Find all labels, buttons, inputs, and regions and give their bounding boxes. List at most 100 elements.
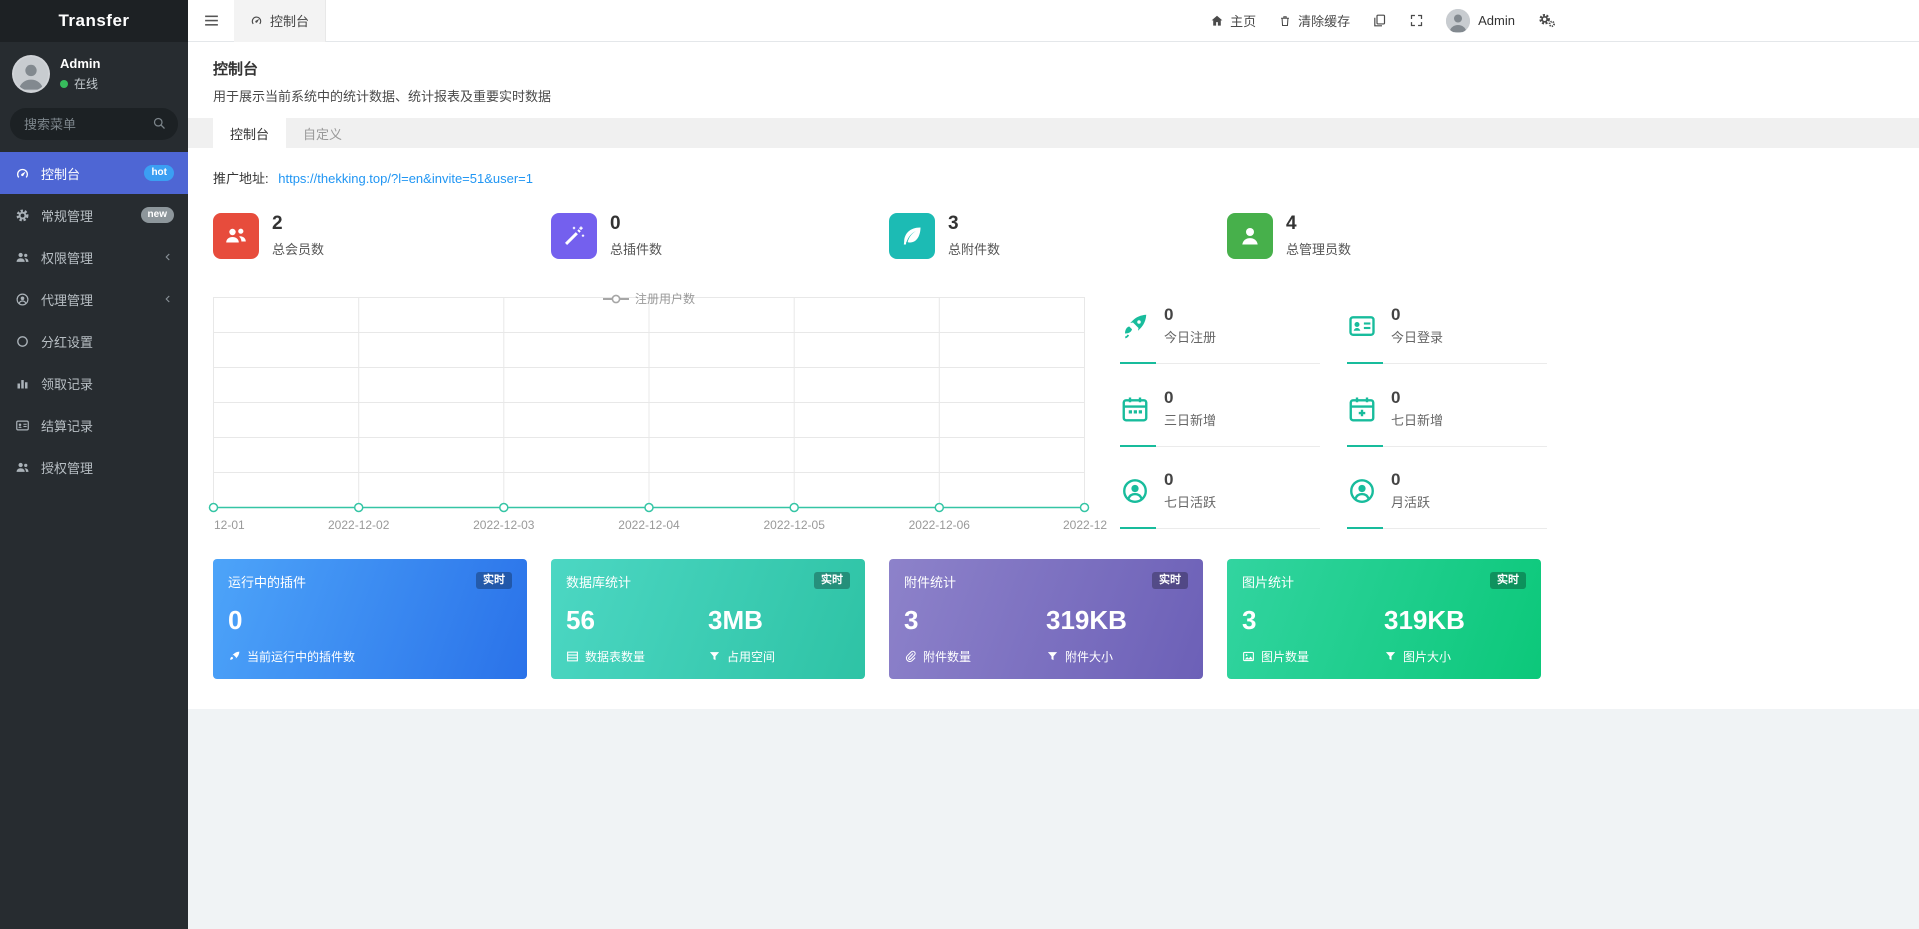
panel-body: 推广地址: https://thekking.top/?l=en&invite=… (188, 148, 1919, 709)
card-desc: 附件数量 (904, 648, 1046, 665)
promo-line: 推广地址: https://thekking.top/?l=en&invite=… (213, 168, 1894, 187)
card-value2: 319KB (1046, 604, 1127, 635)
card-desc-label: 数据表数量 (585, 650, 646, 664)
admin-user-icon (1227, 213, 1273, 259)
stat-label: 总插件数 (610, 242, 663, 258)
paperclip-icon (904, 650, 917, 663)
card-top: 图片统计 实时 (1242, 572, 1526, 591)
card-descs: 附件数量 附件大小 (904, 648, 1188, 665)
mini-text: 0 今日登录 (1391, 306, 1443, 346)
stat-members: 2 总会员数 (213, 213, 527, 259)
chart-row: 注册用户数 12-01 2022-12-02 2022-12-03 2022-1… (208, 289, 1894, 537)
copy-pages-button[interactable] (1372, 13, 1387, 28)
sidebar-item-claims[interactable]: 领取记录 (0, 362, 188, 404)
mini-stat-3day-new: 0 三日新增 (1120, 372, 1320, 447)
mini-text: 0 今日注册 (1164, 306, 1216, 346)
clear-cache-button[interactable]: 清除缓存 (1278, 11, 1350, 30)
sidebar-item-settlement[interactable]: 结算记录 (0, 404, 188, 446)
card-desc2-label: 占用空间 (727, 650, 776, 664)
stat-value: 0 (610, 212, 621, 234)
mini-stats: 0 今日注册 0 今日登录 0 三日新增 0 七日新增 0 七日活跃 0 月活跃 (1120, 289, 1547, 537)
sidebar-item-permissions[interactable]: 权限管理 (0, 236, 188, 278)
stat-value: 3 (948, 212, 959, 234)
members-icon (213, 213, 259, 259)
sidebar-item-authorization[interactable]: 授权管理 (0, 446, 188, 488)
card-value: 3 (904, 604, 919, 635)
settings-button[interactable] (1537, 13, 1556, 28)
user-status-label: 在线 (74, 77, 99, 92)
leaf-icon (889, 213, 935, 259)
promo-link[interactable]: https://thekking.top/?l=en&invite=51&use… (278, 171, 533, 186)
circle-icon (14, 334, 30, 349)
online-dot-icon (60, 79, 68, 88)
card-value: 3 (1242, 604, 1257, 635)
summary-cards-row: 运行中的插件 实时 0 当前运行中的插件数 数据库统计 实时 56 3MB 数据… (213, 559, 1565, 679)
dashboard-panel: 控制台 用于展示当前系统中的统计数据、统计报表及重要实时数据 控制台 自定义 推… (188, 42, 1919, 709)
mini-value: 0 (1164, 470, 1174, 490)
line-chart-svg: 12-01 2022-12-02 2022-12-03 2022-12-04 2… (208, 297, 1107, 532)
sidebar-item-agents[interactable]: 代理管理 (0, 278, 188, 320)
page-subtitle: 用于展示当前系统中的统计数据、统计报表及重要实时数据 (213, 89, 552, 104)
hamburger-icon (204, 15, 218, 26)
user-avatar[interactable] (12, 55, 50, 93)
card-desc-label: 图片数量 (1261, 650, 1310, 664)
card-desc2: 图片大小 (1384, 648, 1526, 665)
funnel-icon (708, 650, 721, 663)
topbar-tab-label: 控制台 (270, 14, 310, 29)
topbar-tab-dashboard[interactable]: 控制台 (234, 0, 327, 42)
mini-stat-today-registered: 0 今日注册 (1120, 289, 1320, 364)
card-desc-label: 附件数量 (923, 650, 972, 664)
rocket-icon (228, 650, 241, 663)
card-database-stats: 数据库统计 实时 56 3MB 数据表数量 占用空间 (551, 559, 865, 679)
new-badge: new (140, 207, 174, 223)
sidebar-item-label: 结算记录 (41, 418, 94, 434)
sidebar-menu: 控制台 hot 常规管理 new 权限管理 代理管理 分红设置 领取记录 结算记… (0, 152, 188, 929)
tab-dashboard[interactable]: 控制台 (213, 118, 287, 148)
search-icon[interactable] (152, 116, 167, 131)
user-circle-icon (1347, 476, 1381, 506)
sidebar-item-label: 权限管理 (41, 250, 94, 266)
x-tick: 2022-12 (1063, 518, 1107, 532)
mini-text: 0 月活跃 (1391, 471, 1430, 511)
sidebar-item-dashboard[interactable]: 控制台 hot (0, 152, 188, 194)
mini-stat-7day-new: 0 七日新增 (1347, 372, 1547, 447)
x-tick: 12-01 (214, 518, 245, 532)
sidebar-item-dividend[interactable]: 分红设置 (0, 320, 188, 362)
app-title: Transfer (0, 0, 188, 42)
card-desc: 数据表数量 (566, 648, 708, 665)
dashboard-icon (14, 166, 30, 181)
sidebar-toggle-button[interactable] (188, 0, 234, 42)
x-tick: 2022-12-06 (909, 518, 971, 532)
image-icon (1242, 650, 1255, 663)
clear-cache-label: 清除缓存 (1298, 14, 1351, 29)
mini-stat-month-active: 0 月活跃 (1347, 454, 1547, 530)
card-attachment-stats: 附件统计 实时 3 319KB 附件数量 附件大小 (889, 559, 1203, 679)
x-tick: 2022-12-03 (473, 518, 535, 532)
topbar-avatar (1446, 8, 1471, 33)
mini-label: 三日新增 (1164, 412, 1217, 428)
mini-value: 0 (1391, 470, 1401, 490)
fullscreen-button[interactable] (1409, 13, 1424, 28)
stat-text: 4 总管理员数 (1286, 213, 1351, 259)
promo-label: 推广地址: (213, 171, 269, 186)
x-tick: 2022-12-04 (618, 518, 680, 532)
card-desc: 当前运行中的插件数 (228, 648, 355, 665)
sidebar-item-label: 控制台 (41, 166, 81, 182)
id-card-icon (1347, 311, 1381, 341)
content-area: 控制台 用于展示当前系统中的统计数据、统计报表及重要实时数据 控制台 自定义 推… (188, 42, 1919, 929)
sidebar-item-general[interactable]: 常规管理 new (0, 194, 188, 236)
mini-value: 0 (1164, 305, 1174, 324)
tab-custom[interactable]: 自定义 (286, 118, 359, 148)
mini-stat-7day-active: 0 七日活跃 (1120, 454, 1320, 530)
gear-icon (14, 208, 30, 223)
card-desc-label: 当前运行中的插件数 (247, 650, 356, 664)
card-value: 56 (566, 604, 595, 635)
table-icon (566, 650, 579, 663)
topbar-user-menu[interactable]: Admin (1446, 8, 1515, 33)
home-button[interactable]: 主页 (1210, 11, 1256, 30)
card-values: 3 319KB (1242, 607, 1526, 633)
chart-legend: 注册用户数 (213, 290, 1085, 307)
home-label: 主页 (1230, 14, 1257, 29)
mini-label: 月活跃 (1391, 495, 1431, 511)
mini-label: 今日注册 (1164, 330, 1217, 345)
